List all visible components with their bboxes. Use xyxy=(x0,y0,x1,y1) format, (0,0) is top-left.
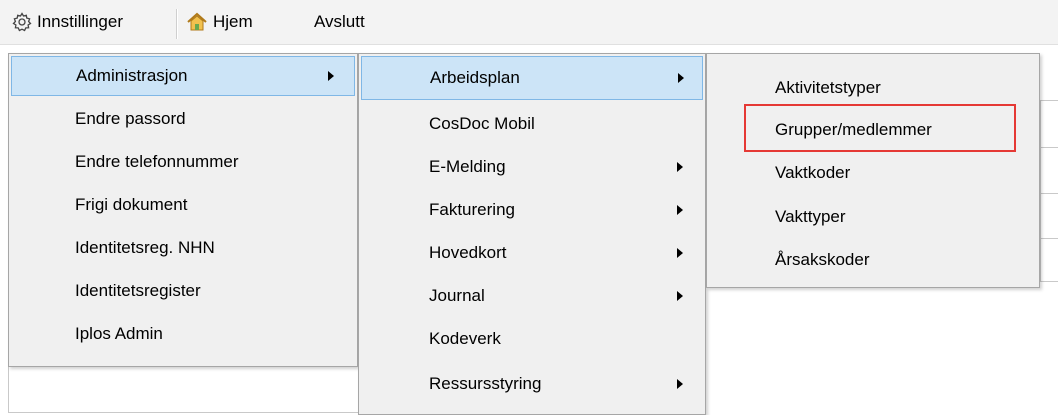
menu-item-label: Ressursstyring xyxy=(429,374,542,393)
menu-item-frigi-dokument[interactable]: Frigi dokument xyxy=(11,185,355,225)
menu-item-label: CosDoc Mobil xyxy=(429,114,535,133)
home-icon xyxy=(186,12,208,32)
menu-innstillinger-label: Innstillinger xyxy=(37,12,123,31)
menu-item-label: Iplos Admin xyxy=(75,324,163,343)
menu-item-ressursstyring[interactable]: Ressursstyring xyxy=(361,364,703,404)
menu-item-label: Hovedkort xyxy=(429,243,507,262)
innstillinger-menu: Administrasjon Endre passord Endre telef… xyxy=(8,53,358,367)
menu-avslutt-label: Avslutt xyxy=(314,12,365,31)
menu-item-label: Endre passord xyxy=(75,109,186,128)
menu-item-vakttyper[interactable]: Vakttyper xyxy=(709,197,1037,237)
submenu-arrow-icon xyxy=(677,291,683,301)
menu-item-administrasjon[interactable]: Administrasjon xyxy=(11,56,355,96)
menu-item-label: Fakturering xyxy=(429,200,515,219)
arbeidsplan-submenu: Aktivitetstyper Grupper/medlemmer Vaktko… xyxy=(706,53,1040,288)
menu-item-vaktkoder[interactable]: Vaktkoder xyxy=(709,153,1037,193)
submenu-arrow-icon xyxy=(328,71,334,81)
menu-item-label: Vaktkoder xyxy=(775,163,851,182)
menu-item-label: Kodeverk xyxy=(429,329,501,348)
menu-item-journal[interactable]: Journal xyxy=(361,276,703,316)
menu-item-fakturering[interactable]: Fakturering xyxy=(361,190,703,230)
menu-item-kodeverk[interactable]: Kodeverk xyxy=(361,319,703,359)
menu-item-label: Endre telefonnummer xyxy=(75,152,239,171)
menu-item-arbeidsplan[interactable]: Arbeidsplan xyxy=(361,56,703,100)
menu-item-label: Aktivitetstyper xyxy=(775,78,881,97)
menu-item-arsakskoder[interactable]: Årsakskoder xyxy=(709,240,1037,280)
submenu-arrow-icon xyxy=(677,162,683,172)
submenu-arrow-icon xyxy=(678,73,684,83)
menu-item-label: Identitetsregister xyxy=(75,281,201,300)
menu-item-identitetsregister[interactable]: Identitetsregister xyxy=(11,271,355,311)
menu-item-hovedkort[interactable]: Hovedkort xyxy=(361,233,703,273)
menu-item-identitetsreg-nhn[interactable]: Identitetsreg. NHN xyxy=(11,228,355,268)
menu-item-cosdoc-mobil[interactable]: CosDoc Mobil xyxy=(361,104,703,144)
menu-item-label: Frigi dokument xyxy=(75,195,188,214)
menu-item-label: E-Melding xyxy=(429,157,506,176)
submenu-arrow-icon xyxy=(677,205,683,215)
menu-item-aktivitetstyper[interactable]: Aktivitetstyper xyxy=(709,68,1037,108)
background-panel-right xyxy=(1040,100,1058,282)
menu-item-label: Journal xyxy=(429,286,485,305)
menu-item-iplos-admin[interactable]: Iplos Admin xyxy=(11,314,355,354)
background-divider xyxy=(1040,238,1058,239)
menu-item-label: Årsakskoder xyxy=(775,250,870,269)
submenu-arrow-icon xyxy=(677,379,683,389)
menu-item-label: Administrasjon xyxy=(76,66,188,85)
background-divider xyxy=(1040,193,1058,194)
menu-hjem-label: Hjem xyxy=(213,12,253,31)
menu-hjem[interactable]: Hjem xyxy=(186,9,253,35)
menu-avslutt[interactable]: Avslutt xyxy=(314,9,365,35)
menu-bar: Innstillinger Hjem Avslutt xyxy=(0,0,1058,45)
gear-icon xyxy=(12,12,32,32)
administrasjon-submenu: Arbeidsplan CosDoc Mobil E-Melding Faktu… xyxy=(358,53,706,415)
menu-item-endre-passord[interactable]: Endre passord xyxy=(11,99,355,139)
menu-separator xyxy=(176,9,178,39)
background-divider xyxy=(1040,147,1058,148)
menu-item-endre-telefonnummer[interactable]: Endre telefonnummer xyxy=(11,142,355,182)
menu-item-e-melding[interactable]: E-Melding xyxy=(361,147,703,187)
menu-item-label: Vakttyper xyxy=(775,207,846,226)
annotation-highlight-box xyxy=(744,104,1016,152)
menu-innstillinger[interactable]: Innstillinger xyxy=(12,9,123,35)
menu-item-label: Identitetsreg. NHN xyxy=(75,238,215,257)
background-panel-left xyxy=(8,366,360,413)
menu-item-label: Arbeidsplan xyxy=(430,68,520,87)
submenu-arrow-icon xyxy=(677,248,683,258)
